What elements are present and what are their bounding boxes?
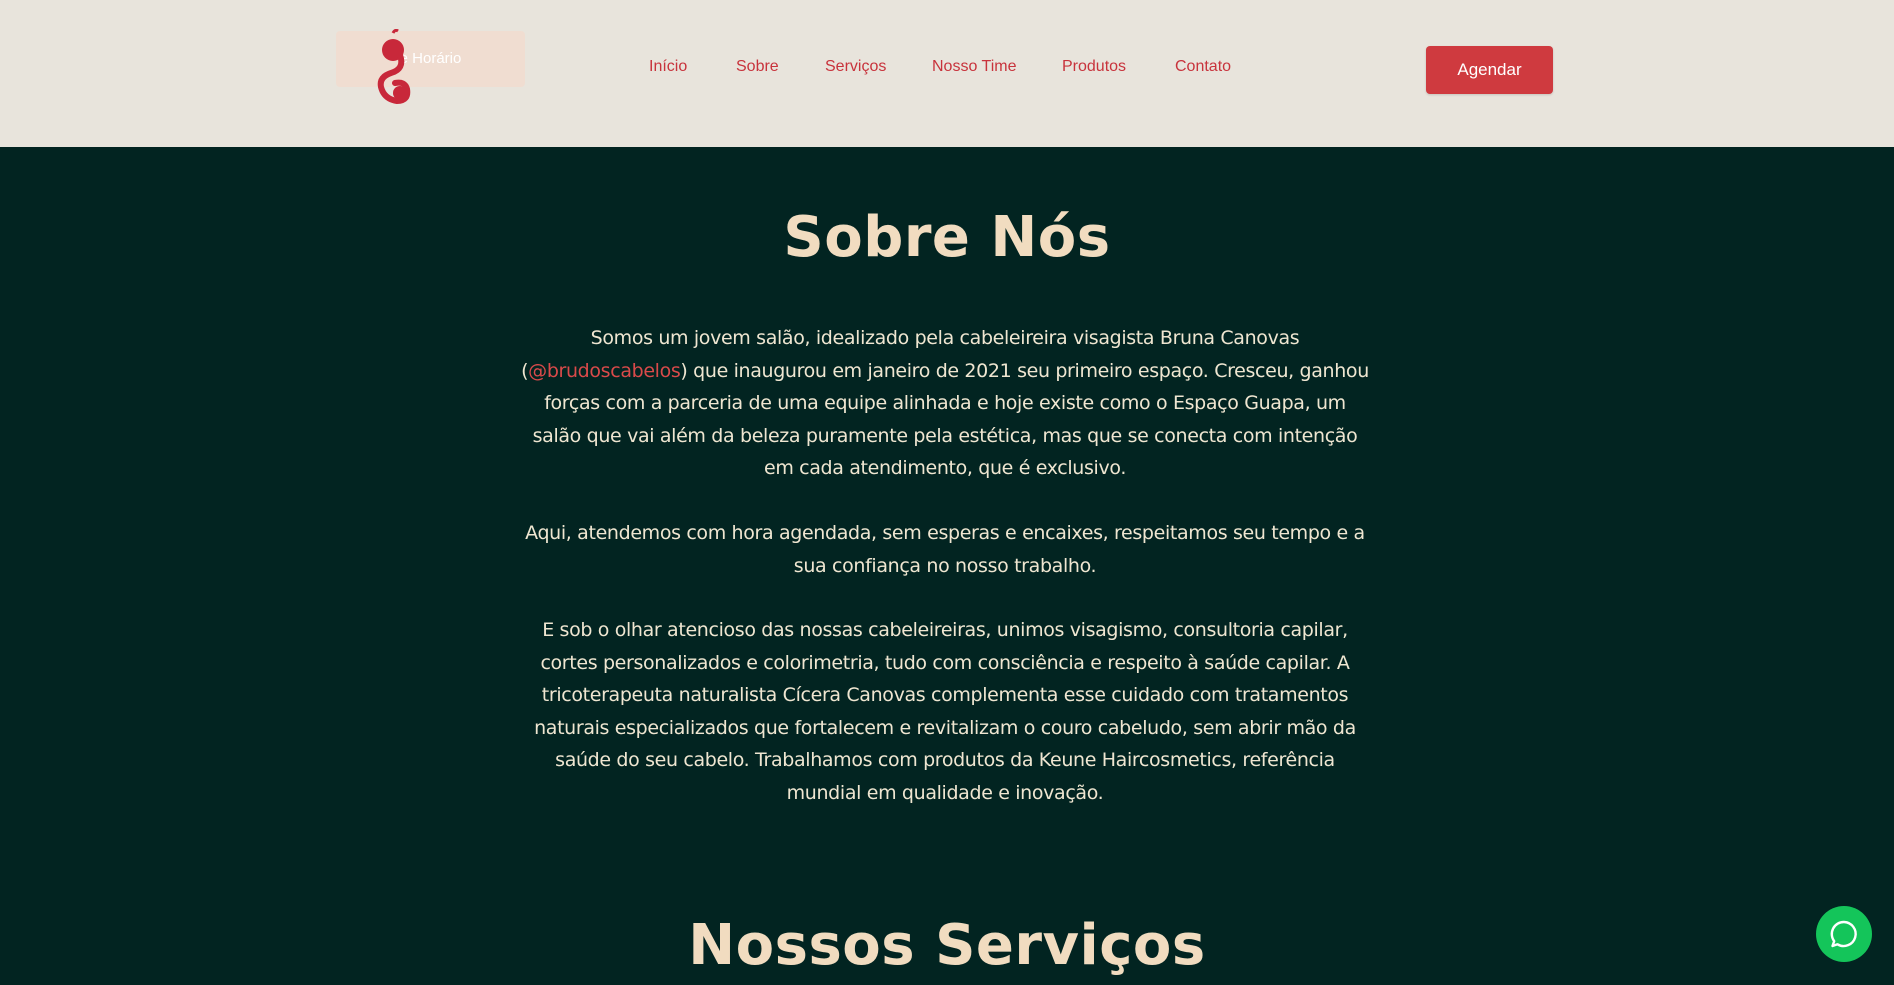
nav-item-sobre[interactable]: Sobre xyxy=(736,58,779,76)
schedule-button[interactable]: Agendar xyxy=(1426,46,1553,94)
about-paragraph-2: Aqui, atendemos com hora agendada, sem e… xyxy=(525,522,1365,577)
services-title: Nossos Serviços xyxy=(688,913,1206,978)
nav-item-nosso-time[interactable]: Nosso Time xyxy=(932,58,1016,76)
nav-item-contato[interactable]: Contato xyxy=(1175,58,1231,76)
whatsapp-icon xyxy=(1830,920,1857,948)
nav-item-inicio[interactable]: Início xyxy=(649,58,687,76)
about-paragraph-3: E sob o olhar atencioso das nossas cabel… xyxy=(534,619,1356,804)
whatsapp-button[interactable] xyxy=(1816,906,1872,962)
site-header: e Horário Início Sobre Serviços Nosso Ti… xyxy=(0,0,1894,147)
main-nav: Início Sobre Serviços Nosso Time Produto… xyxy=(0,58,1894,82)
nav-item-produtos[interactable]: Produtos xyxy=(1062,58,1126,76)
nav-item-servicos[interactable]: Serviços xyxy=(825,58,886,76)
about-title: Sobre Nós xyxy=(783,205,1111,270)
about-paragraph-1: Somos um jovem salão, idealizado pela ca… xyxy=(520,322,1370,485)
instagram-mention-link[interactable]: @brudoscabelos xyxy=(528,360,681,382)
